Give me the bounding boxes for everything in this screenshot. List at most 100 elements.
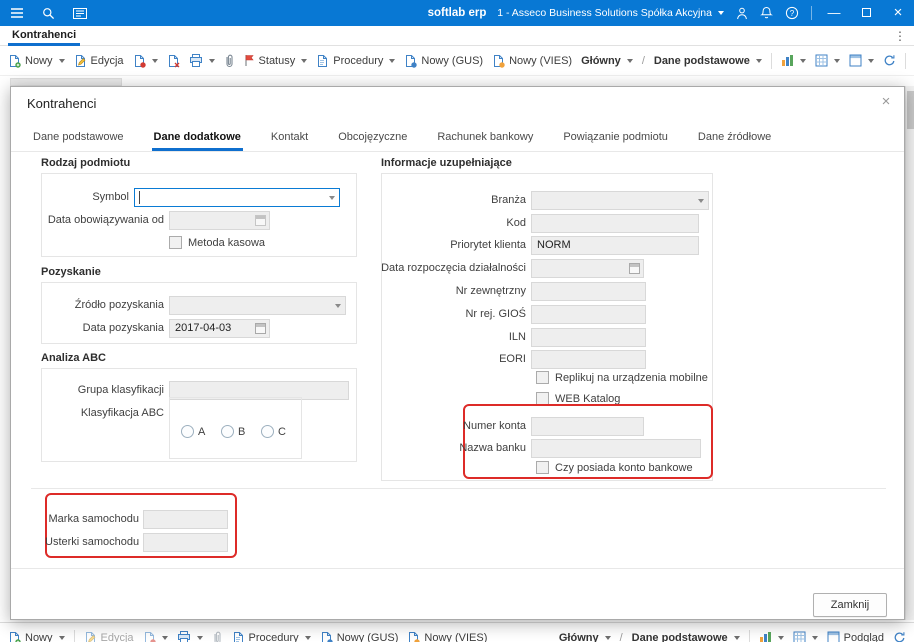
usterki-samochodu-field[interactable] bbox=[143, 533, 228, 552]
metoda-kasowa-checkbox[interactable] bbox=[169, 236, 182, 249]
statuses-button[interactable]: Statusy bbox=[244, 54, 308, 67]
data-pozyskania-value: 2017-04-03 bbox=[175, 322, 232, 334]
grid-view-button[interactable] bbox=[793, 631, 818, 642]
print-button[interactable] bbox=[177, 631, 203, 642]
titlebar: softlab erp 1 - Asseco Business Solution… bbox=[0, 0, 914, 26]
zrodlo-pozyskania-label: Źródło pozyskania bbox=[74, 299, 164, 311]
secondary-toolbar: Nowy Edycja Procedury Nowy (GUS) Nowy (V… bbox=[0, 622, 914, 642]
company-selector[interactable]: 1 - Asseco Business Solutions Spółka Akc… bbox=[497, 7, 724, 19]
user-icon[interactable] bbox=[736, 7, 748, 20]
section-heading-pozyskanie: Pozyskanie bbox=[41, 266, 101, 278]
view-main-dropdown[interactable]: Główny bbox=[559, 632, 611, 642]
tab-rachunek-bankowy[interactable]: Rachunek bankowy bbox=[435, 123, 535, 151]
scrollbar-thumb[interactable] bbox=[907, 91, 914, 129]
grid-view-button[interactable] bbox=[815, 54, 840, 67]
search-icon[interactable] bbox=[42, 7, 55, 20]
view-layout-dropdown[interactable]: Dane podstawowe bbox=[654, 55, 762, 67]
new-gus-button[interactable]: Nowy (GUS) bbox=[320, 631, 398, 642]
window-tab-bar: Kontrahenci ⋮ bbox=[0, 26, 914, 46]
marka-samochodu-field[interactable] bbox=[143, 510, 228, 529]
chevron-down-icon bbox=[604, 635, 611, 640]
refresh-icon bbox=[893, 631, 906, 642]
tab-obcojezyczne[interactable]: Obcojęzyczne bbox=[336, 123, 409, 151]
attachment-button[interactable] bbox=[224, 54, 235, 68]
document-actions-dropdown[interactable] bbox=[143, 631, 168, 642]
footer-divider bbox=[11, 568, 904, 569]
view-layout-dropdown[interactable]: Dane podstawowe bbox=[632, 632, 740, 642]
iln-field[interactable] bbox=[531, 328, 646, 347]
zrodlo-pozyskania-combobox[interactable] bbox=[169, 296, 346, 315]
edit-button[interactable]: Edycja bbox=[74, 54, 124, 68]
close-dialog-button[interactable]: Zamknij bbox=[813, 593, 887, 617]
document-badge-icon bbox=[143, 631, 156, 642]
new-vies-button-label: Nowy (VIES) bbox=[424, 631, 488, 642]
nazwa-banku-field[interactable] bbox=[531, 439, 701, 458]
radio-b[interactable] bbox=[221, 425, 234, 438]
nr-zewnetrzny-field[interactable] bbox=[531, 282, 646, 301]
titlebar-separator bbox=[811, 6, 812, 20]
numer-konta-field[interactable] bbox=[531, 417, 644, 436]
tab-dane-zrodlowe[interactable]: Dane źródłowe bbox=[696, 123, 773, 151]
tab-powiazanie-podmiotu[interactable]: Powiązanie podmiotu bbox=[561, 123, 670, 151]
konto-bankowe-checkbox[interactable] bbox=[536, 461, 549, 474]
minimize-button[interactable]: — bbox=[824, 0, 844, 26]
new-button[interactable]: Nowy bbox=[8, 631, 65, 642]
marka-samochodu-label: Marka samochodu bbox=[48, 513, 140, 525]
close-button[interactable]: × bbox=[888, 0, 908, 26]
calendar-icon bbox=[629, 263, 640, 274]
help-icon[interactable]: ? bbox=[785, 6, 799, 20]
replikuj-checkbox[interactable] bbox=[536, 371, 549, 384]
branza-combobox[interactable] bbox=[531, 191, 709, 210]
view-main-dropdown[interactable]: Główny bbox=[581, 55, 633, 67]
slash-separator: / bbox=[641, 54, 645, 67]
data-pozyskania-field[interactable]: 2017-04-03 bbox=[169, 319, 270, 338]
chevron-down-icon bbox=[196, 635, 203, 640]
more-options-icon[interactable]: ⋮ bbox=[892, 26, 908, 46]
eori-field[interactable] bbox=[531, 350, 646, 369]
app-window: softlab erp 1 - Asseco Business Solution… bbox=[0, 0, 914, 642]
news-panel-icon[interactable] bbox=[73, 7, 87, 19]
print-button[interactable] bbox=[189, 54, 215, 67]
form-view-button[interactable] bbox=[849, 54, 874, 67]
radio-c[interactable] bbox=[261, 425, 274, 438]
grid-icon bbox=[815, 54, 828, 67]
chart-view-button[interactable] bbox=[781, 54, 806, 67]
vertical-scrollbar[interactable] bbox=[905, 86, 914, 620]
refresh-button[interactable] bbox=[893, 631, 906, 642]
preview-button[interactable]: Podgląd bbox=[827, 631, 884, 642]
tab-dane-dodatkowe[interactable]: Dane dodatkowe bbox=[151, 123, 243, 151]
background-grid-fragment bbox=[10, 78, 122, 86]
radio-a[interactable] bbox=[181, 425, 194, 438]
company-name: 1 - Asseco Business Solutions Spółka Akc… bbox=[497, 7, 712, 19]
chart-view-button[interactable] bbox=[759, 631, 784, 642]
new-gus-button[interactable]: Nowy (GUS) bbox=[404, 54, 483, 68]
tab-label: Powiązanie podmiotu bbox=[563, 131, 668, 143]
priorytet-klienta-field[interactable]: NORM bbox=[531, 236, 699, 255]
bell-icon[interactable] bbox=[760, 6, 773, 20]
tab-kontakt[interactable]: Kontakt bbox=[269, 123, 310, 151]
delete-button[interactable] bbox=[167, 54, 180, 68]
tab-kontrahenci-label: Kontrahenci bbox=[12, 29, 77, 41]
kod-field[interactable] bbox=[531, 214, 699, 233]
nr-gios-field[interactable] bbox=[531, 305, 646, 324]
maximize-button[interactable] bbox=[856, 0, 876, 26]
data-obowiazywania-field[interactable] bbox=[169, 211, 270, 230]
new-vies-button[interactable]: Nowy (VIES) bbox=[492, 54, 572, 68]
new-button[interactable]: Nowy bbox=[8, 54, 65, 68]
refresh-icon bbox=[883, 54, 896, 67]
edit-button[interactable]: Edycja bbox=[84, 631, 134, 642]
procedures-button[interactable]: Procedury bbox=[316, 54, 396, 68]
document-actions-dropdown[interactable] bbox=[133, 54, 158, 68]
dialog-close-button[interactable]: × bbox=[876, 92, 896, 112]
procedures-button-label: Procedury bbox=[248, 631, 299, 642]
attachment-button[interactable] bbox=[212, 631, 223, 642]
refresh-button[interactable] bbox=[883, 54, 896, 67]
hamburger-menu-icon[interactable] bbox=[10, 7, 24, 19]
tab-dane-podstawowe[interactable]: Dane podstawowe bbox=[31, 123, 126, 151]
tab-kontrahenci[interactable]: Kontrahenci bbox=[8, 26, 81, 46]
dialog-title: Kontrahenci bbox=[27, 96, 97, 111]
new-vies-button[interactable]: Nowy (VIES) bbox=[407, 631, 487, 642]
procedures-button[interactable]: Procedury bbox=[232, 631, 311, 642]
symbol-combobox[interactable] bbox=[134, 188, 340, 207]
data-rozpoczecia-field[interactable] bbox=[531, 259, 644, 278]
